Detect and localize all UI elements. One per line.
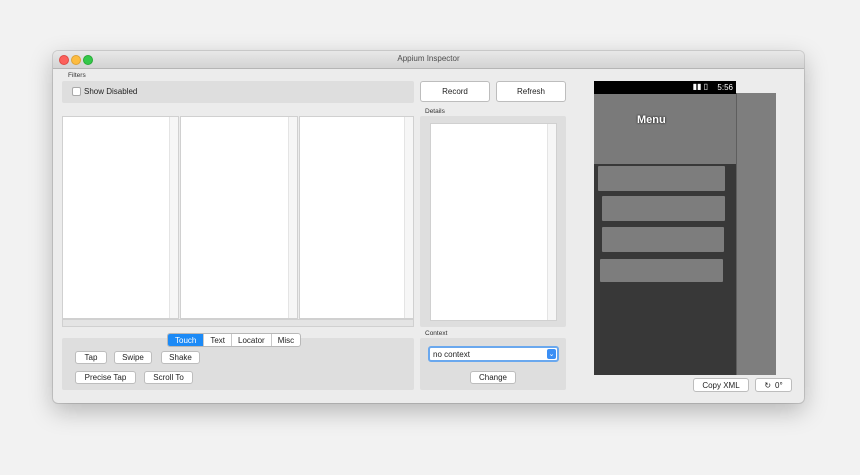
scroll-to-button[interactable]: Scroll To — [144, 371, 193, 384]
tab-misc[interactable]: Misc — [270, 334, 300, 346]
details-scrollbar[interactable] — [547, 124, 556, 320]
device-side-panel — [736, 93, 776, 375]
rotation-value: 0° — [775, 380, 783, 390]
context-select-value: no context — [433, 349, 470, 359]
rotate-icon: ↻ — [764, 380, 772, 390]
tab-touch[interactable]: Touch — [168, 334, 204, 346]
refresh-button[interactable]: Refresh — [496, 81, 566, 102]
rotate-device-button[interactable]: ↻ 0° — [755, 378, 792, 392]
action-tabs: Touch Text Locator Misc — [167, 333, 302, 347]
menu-item[interactable] — [602, 196, 725, 221]
menu-title[interactable]: Menu — [637, 114, 666, 126]
show-disabled-checkbox[interactable]: Show Disabled — [72, 87, 137, 96]
column-scrollbar[interactable] — [288, 117, 297, 318]
swipe-button[interactable]: Swipe — [114, 351, 152, 364]
tab-text[interactable]: Text — [203, 334, 231, 346]
shake-button[interactable]: Shake — [161, 351, 200, 364]
device-status-bar: ▮▮ ▯ 5:56 — [594, 81, 736, 94]
tab-locator[interactable]: Locator — [231, 334, 271, 346]
tap-button[interactable]: Tap — [75, 351, 107, 364]
column-scrollbar[interactable] — [169, 117, 178, 318]
chevron-down-icon[interactable]: ⌄ — [547, 349, 556, 359]
show-disabled-label: Show Disabled — [84, 87, 138, 96]
column-scrollbar[interactable] — [404, 117, 413, 318]
context-label: Context — [425, 330, 448, 337]
device-time: 5:56 — [717, 83, 733, 92]
element-tree-column-1[interactable] — [62, 116, 179, 319]
change-context-button[interactable]: Change — [470, 371, 516, 384]
menu-header[interactable] — [594, 94, 736, 164]
menu-item[interactable] — [598, 166, 725, 191]
details-label: Details — [425, 108, 445, 115]
details-text-area[interactable] — [430, 123, 557, 321]
record-button[interactable]: Record — [420, 81, 490, 102]
copy-xml-button[interactable]: Copy XML — [693, 378, 749, 392]
filters-label: Filters — [68, 72, 86, 79]
menu-item[interactable] — [602, 227, 724, 252]
device-screenshot[interactable]: ▮▮ ▯ 5:56 Menu — [594, 81, 736, 375]
checkbox-box[interactable] — [72, 87, 81, 96]
window-title: Appium Inspector — [397, 54, 460, 63]
signal-battery-icon: ▮▮ ▯ — [692, 82, 708, 91]
element-tree-column-2[interactable] — [180, 116, 298, 319]
precise-tap-button[interactable]: Precise Tap — [75, 371, 136, 384]
title-bar: Appium Inspector — [53, 51, 804, 69]
element-tree-column-3[interactable] — [299, 116, 414, 319]
menu-item[interactable] — [600, 259, 723, 282]
context-select[interactable]: no context ⌄ — [428, 346, 559, 362]
horizontal-scrollbar[interactable] — [62, 319, 414, 327]
